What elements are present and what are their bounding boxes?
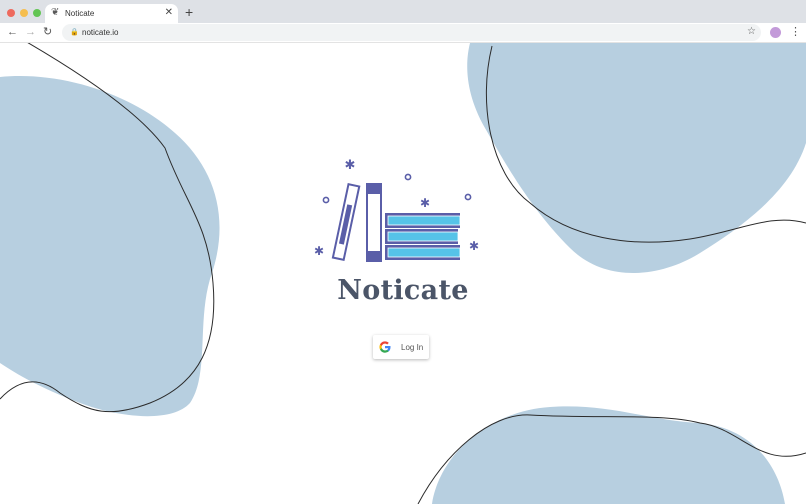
address-bar[interactable]: 🔒 noticate.io ☆ [62, 24, 761, 41]
reload-icon[interactable]: ↻ [43, 25, 52, 39]
google-login-button[interactable]: Log In [373, 335, 429, 359]
login-label: Log In [401, 343, 424, 352]
stacked-book [385, 213, 461, 228]
browser-tab[interactable]: ❦ Noticate ✕ [45, 4, 178, 23]
stacked-book [385, 229, 459, 244]
asterisk-icon: ✱ [314, 244, 324, 258]
standing-book-bottom [367, 251, 381, 261]
browser-tab-strip: ❦ Noticate ✕ + [0, 0, 806, 23]
blob-left [0, 76, 220, 417]
avatar[interactable] [770, 27, 781, 38]
lock-icon: 🔒 [70, 29, 79, 36]
circle-icon [404, 173, 412, 181]
standing-book-top [367, 184, 381, 194]
feather-icon: ❦ [51, 7, 60, 18]
kebab-menu-icon[interactable]: ⋮ [790, 25, 801, 39]
window-controls [7, 9, 41, 17]
blob-bottom-right [432, 406, 785, 504]
standing-book [366, 183, 382, 262]
tab-close-icon[interactable]: ✕ [165, 7, 173, 19]
maximize-window-button[interactable] [33, 9, 41, 17]
google-icon [379, 341, 391, 353]
circle-icon [464, 193, 472, 201]
browser-toolbar: ← → ↻ 🔒 noticate.io ☆ ⋮ [0, 23, 806, 43]
background-decoration [0, 43, 806, 504]
page-content: ✱ ✱ ✱ ✱ Noticate Log In [0, 43, 806, 504]
back-icon[interactable]: ← [7, 25, 18, 39]
minimize-window-button[interactable] [20, 9, 28, 17]
blob-top-right [467, 43, 806, 273]
asterisk-icon: ✱ [469, 239, 479, 253]
tab-title: Noticate [65, 9, 95, 18]
new-tab-icon[interactable]: + [185, 4, 193, 20]
circle-icon [322, 196, 330, 204]
asterisk-icon: ✱ [345, 157, 356, 172]
stacked-book [385, 245, 461, 260]
close-window-button[interactable] [7, 9, 15, 17]
books-logo: ✱ ✱ ✱ ✱ [314, 157, 479, 262]
url-text: noticate.io [82, 28, 119, 37]
asterisk-icon: ✱ [420, 196, 430, 210]
bookmark-star-icon[interactable]: ☆ [747, 26, 756, 38]
leaning-book [331, 183, 361, 262]
forward-icon[interactable]: → [25, 25, 36, 39]
brand-title: Noticate [337, 275, 469, 306]
